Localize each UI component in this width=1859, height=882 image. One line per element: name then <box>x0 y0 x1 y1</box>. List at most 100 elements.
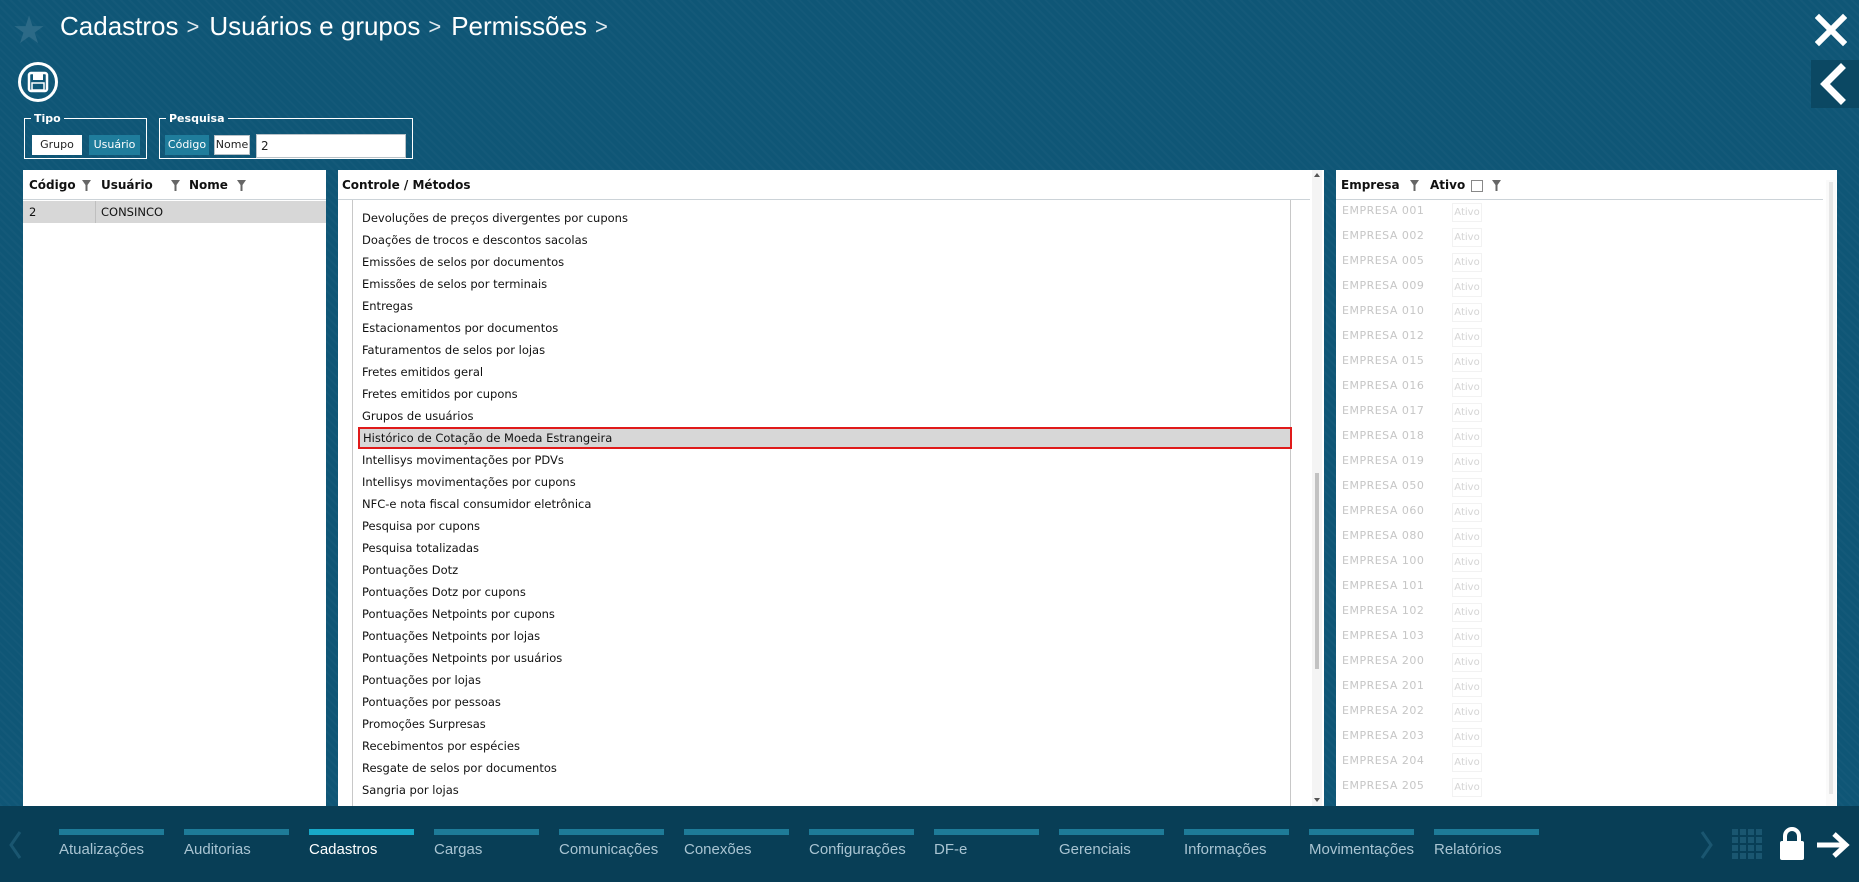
chevron-right-icon[interactable] <box>1700 830 1714 860</box>
company-scroll-thumb[interactable] <box>1829 182 1833 794</box>
company-ativo-toggle[interactable]: Ativo <box>1452 403 1482 422</box>
company-ativo-toggle[interactable]: Ativo <box>1452 278 1482 297</box>
control-method-item[interactable]: Devoluções de preços divergentes por cup… <box>359 207 1139 229</box>
control-method-item[interactable]: Entregas <box>359 295 1139 317</box>
pesquisa-option-codigo[interactable]: Código <box>165 135 209 155</box>
column-codigo[interactable]: Código <box>29 178 76 192</box>
users-table-header: Código Usuário Nome <box>23 170 326 200</box>
company-ativo-toggle[interactable]: Ativo <box>1452 578 1482 597</box>
nav-item-bar <box>934 829 1039 835</box>
company-ativo-toggle[interactable]: Ativo <box>1452 528 1482 547</box>
company-name: EMPRESA 012 <box>1342 329 1425 342</box>
filter-icon[interactable] <box>1410 180 1419 191</box>
nav-item-label: Informações <box>1184 841 1267 858</box>
scroll-up-arrow[interactable] <box>1314 173 1320 177</box>
filter-icon[interactable] <box>237 180 246 191</box>
tipo-group: Tipo Grupo Usuário <box>24 112 147 159</box>
company-name: EMPRESA 010 <box>1342 304 1425 317</box>
scroll-down-arrow[interactable] <box>1314 798 1320 802</box>
company-vertical-scrollbar[interactable] <box>1826 180 1836 806</box>
control-method-item[interactable]: Intellisys movimentações por cupons <box>359 471 1139 493</box>
chevron-left-icon[interactable] <box>8 830 22 860</box>
tipo-option-grupo[interactable]: Grupo <box>32 135 82 155</box>
company-ativo-toggle[interactable]: Ativo <box>1452 728 1482 747</box>
control-method-item[interactable]: Recebimentos por espécies <box>359 735 1139 757</box>
control-method-item[interactable]: Pesquisa totalizadas <box>359 537 1139 559</box>
breadcrumb-usuarios-grupos[interactable]: Usuários e grupos <box>209 11 420 42</box>
company-name: EMPRESA 017 <box>1342 404 1425 417</box>
control-method-item[interactable]: Pontuações Dotz por cupons <box>359 581 1139 603</box>
grid-apps-icon[interactable] <box>1731 828 1765 862</box>
control-method-item[interactable]: Estacionamentos por documentos <box>359 317 1139 339</box>
control-method-item[interactable]: Fretes emitidos por cupons <box>359 383 1139 405</box>
company-ativo-toggle[interactable]: Ativo <box>1452 203 1482 222</box>
table-row[interactable]: 2 CONSINCO <box>23 201 326 223</box>
company-ativo-toggle[interactable]: Ativo <box>1452 603 1482 622</box>
filter-icon[interactable] <box>171 180 180 191</box>
company-ativo-toggle[interactable]: Ativo <box>1452 653 1482 672</box>
control-method-item[interactable]: Sangria por lojas <box>359 779 1139 801</box>
company-name: EMPRESA 050 <box>1342 479 1425 492</box>
pesquisa-group: Pesquisa Código Nome <box>159 112 413 159</box>
company-name: EMPRESA 015 <box>1342 354 1425 367</box>
breadcrumb-permissoes[interactable]: Permissões <box>451 11 587 42</box>
close-icon[interactable] <box>1815 12 1847 48</box>
back-button[interactable] <box>1811 60 1859 108</box>
control-method-item[interactable]: Emissões de selos por terminais <box>359 273 1139 295</box>
company-ativo-toggle[interactable]: Ativo <box>1452 328 1482 347</box>
pesquisa-option-nome[interactable]: Nome <box>214 135 250 155</box>
column-empresa[interactable]: Empresa <box>1341 178 1400 192</box>
company-ativo-toggle[interactable]: Ativo <box>1452 428 1482 447</box>
control-method-item[interactable]: Pesquisa por cupons <box>359 515 1139 537</box>
company-ativo-toggle[interactable]: Ativo <box>1452 553 1482 572</box>
company-ativo-toggle[interactable]: Ativo <box>1452 378 1482 397</box>
control-method-item[interactable]: Grupos de usuários <box>359 405 1139 427</box>
control-method-item[interactable]: Faturamentos de selos por lojas <box>359 339 1139 361</box>
column-nome[interactable]: Nome <box>189 178 228 192</box>
control-method-item[interactable]: Pontuações por lojas <box>359 669 1139 691</box>
breadcrumb-cadastros[interactable]: Cadastros <box>60 11 179 42</box>
lock-icon[interactable] <box>1778 826 1806 862</box>
company-ativo-toggle[interactable]: Ativo <box>1452 253 1482 272</box>
company-ativo-toggle[interactable]: Ativo <box>1452 753 1482 772</box>
company-ativo-toggle[interactable]: Ativo <box>1452 478 1482 497</box>
control-method-item[interactable]: Pontuações Netpoints por lojas <box>359 625 1139 647</box>
company-ativo-toggle[interactable]: Ativo <box>1452 453 1482 472</box>
save-button[interactable] <box>18 62 58 102</box>
select-all-checkbox[interactable] <box>1471 180 1483 192</box>
control-method-item[interactable]: Pontuações Dotz <box>359 559 1139 581</box>
control-method-item[interactable]: NFC-e nota fiscal consumidor eletrônica <box>359 493 1139 515</box>
nav-item-label: Atualizações <box>59 841 145 858</box>
favorite-star-icon[interactable]: ★ <box>12 10 46 50</box>
company-ativo-toggle[interactable]: Ativo <box>1452 303 1482 322</box>
company-ativo-toggle[interactable]: Ativo <box>1452 353 1482 372</box>
company-ativo-toggle[interactable]: Ativo <box>1452 228 1482 247</box>
column-ativo[interactable]: Ativo <box>1430 178 1465 192</box>
control-method-item[interactable]: Pontuações Netpoints por cupons <box>359 603 1139 625</box>
control-method-item[interactable]: Intellisys movimentações por PDVs <box>359 449 1139 471</box>
filter-icon[interactable] <box>1492 180 1501 191</box>
company-ativo-toggle[interactable]: Ativo <box>1452 778 1482 797</box>
control-method-item[interactable]: Promoções Surpresas <box>359 713 1139 735</box>
control-method-item[interactable]: Doações de trocos e descontos sacolas <box>359 229 1139 251</box>
company-name: EMPRESA 080 <box>1342 529 1425 542</box>
control-method-item[interactable]: Emissões de selos por documentos <box>359 251 1139 273</box>
control-method-item[interactable]: Resgate de selos por documentos <box>359 757 1139 779</box>
column-usuario[interactable]: Usuário <box>101 178 153 192</box>
control-method-item[interactable]: Pontuações por pessoas <box>359 691 1139 713</box>
company-ativo-toggle[interactable]: Ativo <box>1452 628 1482 647</box>
scroll-thumb[interactable] <box>1315 473 1319 669</box>
search-input[interactable] <box>256 134 406 158</box>
control-method-item[interactable]: Pontuações Netpoints por usuários <box>359 647 1139 669</box>
company-ativo-toggle[interactable]: Ativo <box>1452 678 1482 697</box>
vertical-scrollbar[interactable] <box>1312 170 1322 806</box>
tipo-option-usuario[interactable]: Usuário <box>89 135 140 155</box>
control-method-item[interactable]: Fretes emitidos geral <box>359 361 1139 383</box>
company-ativo-toggle[interactable]: Ativo <box>1452 703 1482 722</box>
company-ativo-toggle[interactable]: Ativo <box>1452 503 1482 522</box>
company-name: EMPRESA 203 <box>1342 729 1425 742</box>
logout-arrow-icon[interactable] <box>1815 830 1851 860</box>
filter-icon[interactable] <box>82 180 91 191</box>
control-method-item-selected[interactable]: Histórico de Cotação de Moeda Estrangeir… <box>358 427 1292 449</box>
company-name: EMPRESA 204 <box>1342 754 1425 767</box>
